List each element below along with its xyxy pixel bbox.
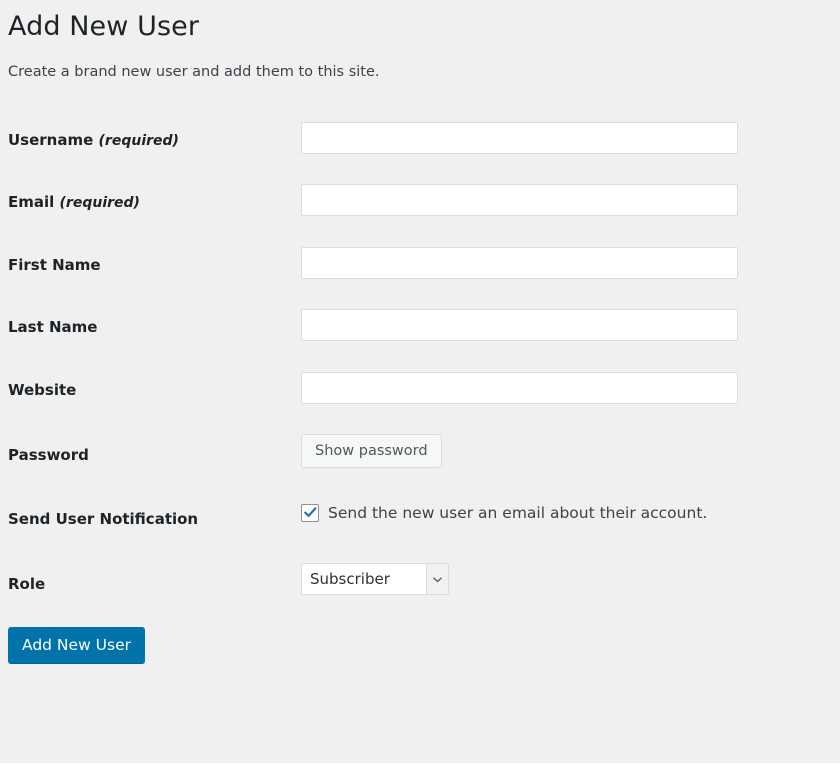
label-username-text: Username <box>8 130 94 149</box>
field-first-name <box>301 233 840 296</box>
form-row-last-name: Last Name <box>0 295 840 358</box>
send-notification-label[interactable]: Send the new user an email about their a… <box>328 503 707 523</box>
label-role: Role <box>8 575 46 594</box>
page-title: Add New User <box>8 11 200 42</box>
label-send-user-notification: Send User Notification <box>8 509 199 528</box>
last-name-input[interactable] <box>301 309 738 342</box>
label-first-name: First Name <box>8 255 101 274</box>
add-new-user-button[interactable]: Add New User <box>8 626 145 663</box>
send-notification-line: Send the new user an email about their a… <box>301 500 830 523</box>
field-send-notification: Send the new user an email about their a… <box>301 486 840 550</box>
field-role: Subscriber <box>301 549 840 615</box>
send-notification-checkbox[interactable] <box>301 503 319 522</box>
form-row-email: Email (required) <box>0 170 840 233</box>
field-password: Show password <box>301 420 840 486</box>
show-password-button[interactable]: Show password <box>301 434 442 469</box>
email-input[interactable] <box>301 184 738 217</box>
form-row-role: Role Subscriber <box>0 549 840 615</box>
page-subtitle: Create a brand new user and add them to … <box>8 64 380 81</box>
label-website: Website <box>8 380 77 399</box>
field-email <box>301 170 840 233</box>
website-input[interactable] <box>301 371 738 404</box>
label-last-name: Last Name <box>8 318 98 337</box>
footer-strip <box>0 763 840 769</box>
label-email: Email (required) <box>0 170 301 233</box>
field-website <box>301 358 840 421</box>
checkmark-icon <box>304 507 317 517</box>
first-name-input[interactable] <box>301 246 738 279</box>
form-row-password: Password Show password <box>0 420 840 486</box>
form-row-website: Website <box>0 358 840 421</box>
role-select[interactable]: Subscriber <box>301 563 449 596</box>
form-row-username: Username (required) <box>0 108 840 171</box>
label-password: Password <box>8 446 89 465</box>
label-username-required: (required) <box>98 132 179 149</box>
label-email-required: (required) <box>59 195 140 212</box>
chevron-down-icon <box>433 577 442 583</box>
submit-area: Add New User <box>0 615 840 663</box>
field-username <box>301 108 840 171</box>
label-email-text: Email <box>8 193 55 212</box>
add-new-user-page: Add New User Create a brand new user and… <box>0 0 840 663</box>
form-row-first-name: First Name <box>0 233 840 296</box>
role-select-arrow[interactable] <box>426 564 448 595</box>
username-input[interactable] <box>301 121 738 154</box>
add-user-form: Username (required) Email (required) Fir… <box>0 108 840 615</box>
field-last-name <box>301 295 840 358</box>
form-row-send-notification: Send User Notification Send the new user… <box>0 486 840 550</box>
label-username: Username (required) <box>0 108 301 171</box>
